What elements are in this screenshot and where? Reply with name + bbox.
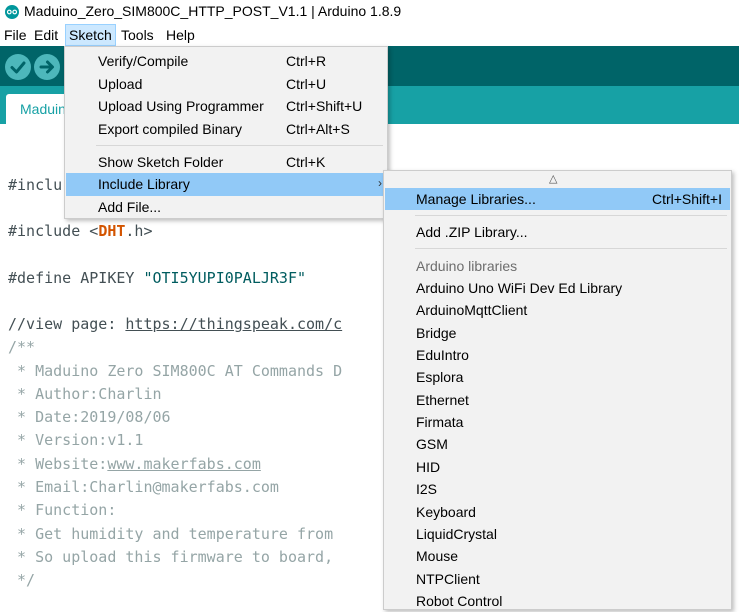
code-link[interactable]: www.makerfabs.com — [107, 455, 261, 473]
window-title: Maduino_Zero_SIM800C_HTTP_POST_V1.1 | Ar… — [24, 3, 402, 19]
menu-tools[interactable]: Tools — [118, 24, 157, 46]
code-line: /** — [8, 338, 36, 356]
menu-item-label: Add File... — [98, 199, 162, 215]
menu-item-label: NTPClient — [416, 571, 480, 587]
menu-sketch[interactable]: Sketch — [65, 24, 116, 46]
code-string: "OTI5YUPI0PALJR3F" — [143, 269, 307, 287]
code-line: //view page: https://thingspeak.com/c — [8, 315, 342, 333]
library-item[interactable]: LiquidCrystal — [385, 523, 730, 545]
library-item[interactable]: Esplora — [385, 366, 730, 388]
menu-item-label: Show Sketch Folder — [98, 154, 224, 170]
arduino-logo-icon — [5, 5, 19, 19]
code-line: * Date:2019/08/06 — [8, 408, 171, 426]
scroll-up-arrow-icon[interactable]: △ — [549, 172, 557, 185]
code-line: * Function: — [8, 501, 117, 519]
library-item[interactable]: I2S — [385, 478, 730, 500]
menu-separator — [96, 145, 383, 146]
menu-item-label: Upload — [98, 76, 143, 92]
library-item[interactable]: NTPClient — [385, 568, 730, 590]
code-text: * Website: — [8, 455, 108, 473]
menu-bar: File Edit Sketch Tools Help — [0, 24, 739, 46]
menu-item-shortcut: Ctrl+U — [286, 76, 327, 92]
menu-item-upload-using-programmer[interactable]: Upload Using Programmer Ctrl+Shift+U — [66, 95, 386, 118]
library-item[interactable]: ArduinoMqttClient — [385, 299, 730, 321]
code-line: * Maduino Zero SIM800C AT Commands D — [8, 362, 343, 380]
library-item[interactable]: Ethernet — [385, 389, 730, 411]
code-line: #include <DHT.h> — [8, 222, 153, 240]
upload-button[interactable] — [34, 54, 60, 80]
code-line: * Version:v1.1 — [8, 431, 144, 449]
menu-item-shortcut: Ctrl+K — [286, 154, 326, 170]
library-item[interactable]: Keyboard — [385, 501, 730, 523]
code-keyword: DHT — [98, 222, 126, 240]
menu-item-shortcut: Ctrl+Shift+I — [651, 191, 722, 207]
menu-item-label: Export compiled Binary — [98, 121, 242, 137]
menu-item-label: Ethernet — [416, 392, 469, 408]
code-line: */ — [8, 571, 36, 589]
title-bar: Maduino_Zero_SIM800C_HTTP_POST_V1.1 | Ar… — [0, 0, 739, 24]
library-item[interactable]: Bridge — [385, 322, 730, 344]
library-item[interactable]: Robot Control — [385, 590, 730, 612]
menu-item-manage-libraries[interactable]: Manage Libraries... Ctrl+Shift+I — [385, 188, 730, 210]
code-line: * Website:www.makerfabs.com — [8, 455, 261, 473]
menu-item-label: Robot Control — [416, 593, 503, 609]
library-item[interactable]: EduIntro — [385, 344, 730, 366]
code-line: * Email:Charlin@makerfabs.com — [8, 478, 279, 496]
menu-item-show-sketch-folder[interactable]: Show Sketch Folder Ctrl+K — [66, 151, 386, 174]
sketch-menu-dropdown: Verify/Compile Ctrl+R Upload Ctrl+U Uplo… — [64, 46, 388, 219]
menu-item-label: Include Library — [98, 176, 190, 192]
include-library-submenu: △ Manage Libraries... Ctrl+Shift+I Add .… — [383, 170, 732, 610]
code-text: //view page: — [8, 315, 126, 333]
library-item[interactable]: Mouse — [385, 545, 730, 567]
menu-item-verify-compile[interactable]: Verify/Compile Ctrl+R — [66, 50, 386, 73]
menu-item-label: Manage Libraries... — [416, 191, 536, 207]
menu-item-label: Esplora — [416, 369, 464, 385]
code-link[interactable]: https://thingspeak.com/c — [125, 315, 342, 333]
arrow-right-icon — [39, 60, 54, 74]
menu-item-upload[interactable]: Upload Ctrl+U — [66, 73, 386, 96]
code-line: * So upload this firmware to board, — [8, 548, 343, 566]
menu-item-label: Bridge — [416, 325, 457, 341]
submenu-arrow-icon: › — [378, 176, 382, 190]
menu-item-label: Add .ZIP Library... — [416, 224, 528, 240]
library-item[interactable]: GSM — [385, 433, 730, 455]
checkmark-icon — [10, 61, 26, 74]
menu-item-label: HID — [416, 459, 441, 475]
menu-separator — [415, 248, 727, 249]
library-item[interactable]: Arduino Uno WiFi Dev Ed Library — [385, 277, 730, 299]
menu-item-add-file[interactable]: Add File... — [66, 196, 386, 219]
code-line: * Author:Charlin — [8, 385, 162, 403]
code-line: * Get humidity and temperature from — [8, 525, 343, 543]
libraries-section-header: Arduino libraries — [416, 258, 518, 274]
code-text: #include < — [8, 222, 99, 240]
menu-item-label: GSM — [416, 436, 448, 452]
menu-item-add-zip-library[interactable]: Add .ZIP Library... — [385, 221, 730, 243]
library-item[interactable]: Firmata — [385, 411, 730, 433]
menu-item-label: Keyboard — [416, 504, 476, 520]
menu-item-label: I2S — [416, 481, 438, 497]
code-line: #inclu — [8, 176, 63, 194]
library-item[interactable]: HID — [385, 456, 730, 478]
menu-item-label: Firmata — [416, 414, 464, 430]
menu-edit[interactable]: Edit — [31, 24, 61, 46]
menu-item-export-compiled-binary[interactable]: Export compiled Binary Ctrl+Alt+S — [66, 118, 386, 141]
code-line: #define APIKEY "OTI5YUPI0PALJR3F" — [8, 269, 306, 287]
menu-item-label: Arduino Uno WiFi Dev Ed Library — [416, 280, 623, 296]
code-text: .h> — [125, 222, 153, 240]
verify-button[interactable] — [5, 54, 31, 80]
menu-item-shortcut: Ctrl+Alt+S — [286, 121, 350, 137]
menu-help[interactable]: Help — [163, 24, 198, 46]
menu-item-label: ArduinoMqttClient — [416, 302, 528, 318]
menu-file[interactable]: File — [1, 24, 30, 46]
menu-item-label: EduIntro — [416, 347, 469, 363]
menu-item-label: Upload Using Programmer — [98, 98, 264, 114]
menu-item-label: LiquidCrystal — [416, 526, 497, 542]
menu-item-include-library[interactable]: Include Library › — [66, 173, 386, 196]
menu-item-shortcut: Ctrl+R — [286, 53, 327, 69]
menu-item-label: Verify/Compile — [98, 53, 189, 69]
menu-item-shortcut: Ctrl+Shift+U — [286, 98, 363, 114]
menu-item-label: Mouse — [416, 548, 459, 564]
code-text: #define APIKEY — [8, 269, 144, 287]
menu-separator — [415, 215, 727, 216]
